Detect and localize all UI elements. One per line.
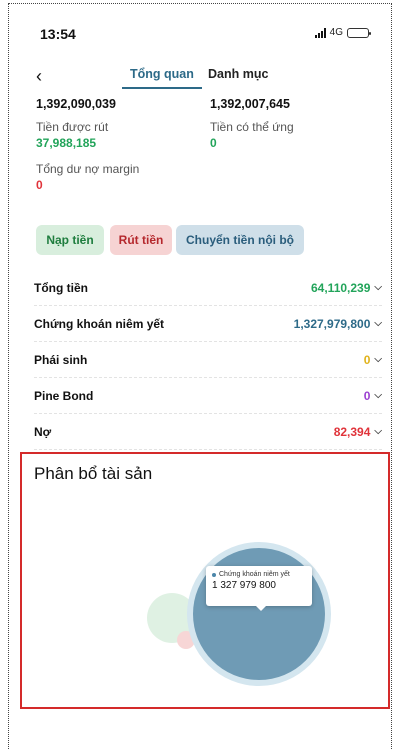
chevron-down-icon: ⌵ [374,354,382,365]
withdrawable-value: 37,988,185 [36,136,97,150]
tooltip-label: Chứng khoán niêm yết [219,571,290,578]
margin-debt-value: 0 [36,178,43,192]
row-label: Chứng khoán niêm yết [34,316,165,331]
legend-dot-icon [212,572,216,577]
battery-icon [347,27,371,38]
deposit-button[interactable]: Nạp tiền [36,225,104,255]
balance-row-pine-bond[interactable]: Pine Bond 0 ⌵ [34,378,382,414]
asset-allocation-panel: Phân bổ tài sản [20,452,390,709]
chevron-down-icon: ⌵ [374,426,382,437]
row-value: 82,394 [333,424,371,439]
advance-value: 0 [210,136,217,150]
tab-portfolio[interactable]: Danh mục [208,67,268,81]
signal-icon [314,27,326,38]
status-indicators: 4G [314,27,371,38]
chevron-down-icon: ⌵ [374,282,382,293]
status-time: 13:54 [40,26,76,42]
allocation-tooltip: Chứng khoán niêm yết 1 327 979 800 [206,566,312,611]
balance-list: Tổng tiền 64,110,239 ⌵ Chứng khoán niêm y… [34,270,382,450]
row-value: 0 [363,352,371,367]
margin-debt-label: Tổng dư nợ margin [36,162,140,176]
row-value: 64,110,239 [311,280,371,295]
top-nav: ‹ Tổng quan Danh mục [20,66,380,92]
row-value: 1,327,979,800 [293,316,371,331]
total-assets-left: 1,392,090,039 [36,97,116,111]
internal-transfer-button[interactable]: Chuyển tiền nội bộ [176,225,304,255]
withdrawable-label: Tiền được rút [36,120,109,134]
tooltip-value: 1 327 979 800 [212,580,276,591]
allocation-title: Phân bổ tài sản [34,464,153,483]
advance-label: Tiền có thể ứng [210,120,294,134]
total-assets-right: 1,392,007,645 [210,97,290,111]
chevron-down-icon: ⌵ [374,390,382,401]
network-type: 4G [329,27,343,38]
row-value: 0 [363,388,371,403]
row-label: Tổng tiền [34,280,88,295]
row-label: Nợ [34,424,52,439]
withdraw-button[interactable]: Rút tiền [110,225,172,255]
balance-row-total-cash[interactable]: Tổng tiền 64,110,239 ⌵ [34,270,382,306]
chevron-down-icon: ⌵ [374,318,382,329]
balance-row-listed-securities[interactable]: Chứng khoán niêm yết 1,327,979,800 ⌵ [34,306,382,342]
balance-row-derivatives[interactable]: Phái sinh 0 ⌵ [34,342,382,378]
row-label: Pine Bond [34,388,94,403]
tab-overview[interactable]: Tổng quan [122,67,202,89]
row-label: Phái sinh [34,352,88,367]
chevron-left-icon[interactable]: ‹ [36,66,42,87]
balance-row-debt[interactable]: Nợ 82,394 ⌵ [34,414,382,450]
